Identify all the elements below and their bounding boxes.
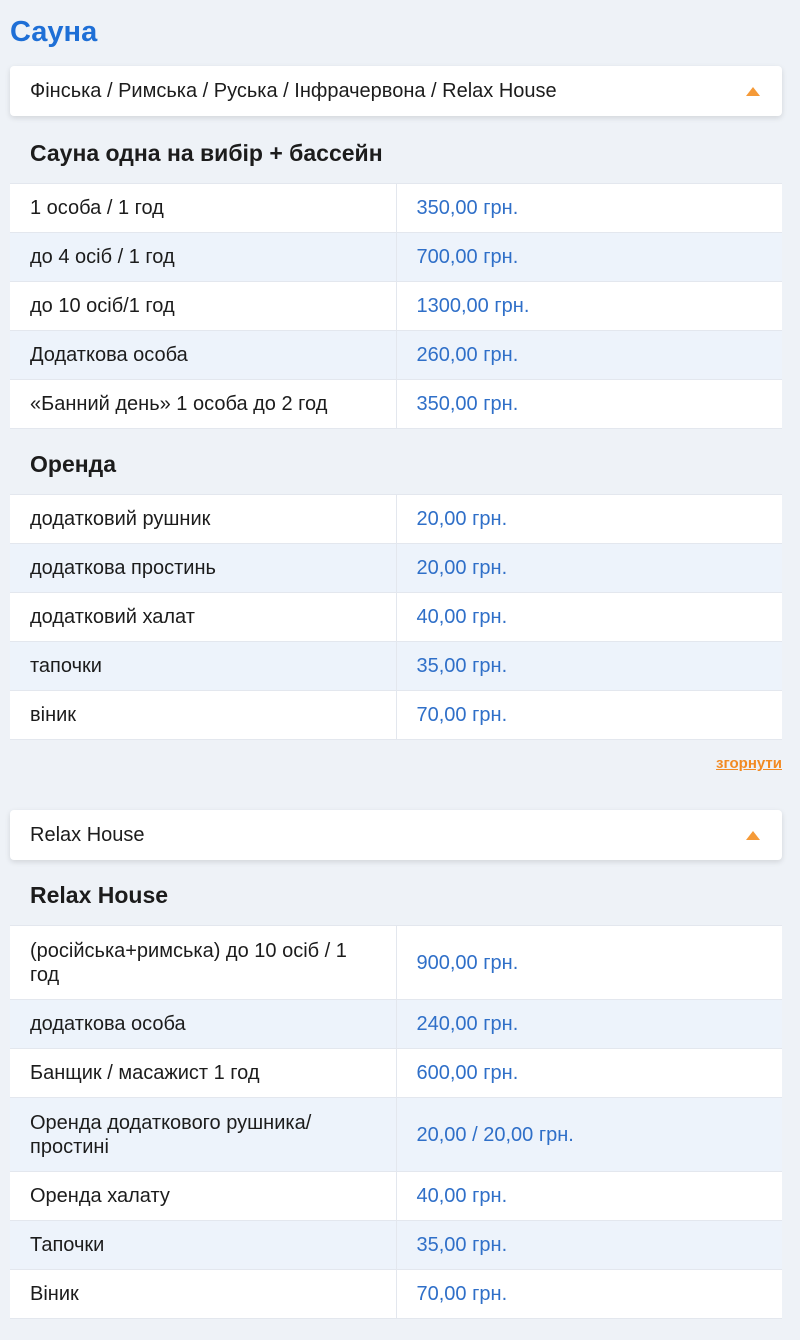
chevron-up-icon[interactable] [746,830,760,840]
service-name: до 4 осіб / 1 год [10,232,397,282]
service-name: додатковий рушник [10,494,397,544]
service-price: 700,00 грн. [396,232,782,282]
table-row: Банщик / масажист 1 год 600,00 грн. [10,1048,782,1098]
accordion-title: Relax House [30,823,145,846]
service-name: віник [10,690,397,740]
table-row: додатковий рушник 20,00 грн. [10,494,782,544]
table-row: «Банний день» 1 особа до 2 год 350,00 гр… [10,379,782,429]
service-name: тапочки [10,641,397,691]
chevron-up-icon[interactable] [746,86,760,96]
table-row: (російська+римська) до 10 осіб / 1 год 9… [10,925,782,1000]
section-heading-sauna: Сауна одна на вибір + бассейн [30,140,383,166]
service-price: 35,00 грн. [396,641,782,691]
accordion-title: Фінська / Римська / Руська / Інфрачервон… [30,79,557,102]
service-name: 1 особа / 1 год [10,183,397,233]
service-name: Тапочки [10,1220,397,1270]
price-table-rental: додатковий рушник 20,00 грн. додаткова п… [10,494,782,740]
service-price: 40,00 грн. [396,592,782,642]
service-price: 260,00 грн. [396,330,782,380]
table-row: до 4 осіб / 1 год 700,00 грн. [10,232,782,282]
accordion-header-relax-house[interactable]: Relax House [10,810,782,860]
service-price: 40,00 грн. [396,1171,782,1221]
service-name: «Банний день» 1 особа до 2 год [10,379,397,429]
table-row: Оренда халату 40,00 грн. [10,1171,782,1221]
table-row: Тапочки 35,00 грн. [10,1220,782,1270]
table-row: Віник 70,00 грн. [10,1269,782,1319]
service-name: Додаткова особа [10,330,397,380]
service-price: 600,00 грн. [396,1048,782,1098]
table-row: тапочки 35,00 грн. [10,641,782,691]
service-name: Банщик / масажист 1 год [10,1048,397,1098]
table-row: до 10 осіб/1 год 1300,00 грн. [10,281,782,331]
service-price: 240,00 грн. [396,999,782,1049]
collapse-link[interactable]: згорнути [716,755,782,772]
price-table-sauna: 1 особа / 1 год 350,00 грн. до 4 осіб / … [10,183,782,429]
service-name: додатковий халат [10,592,397,642]
service-price: 20,00 грн. [396,543,782,593]
accordion-header-sauna[interactable]: Фінська / Римська / Руська / Інфрачервон… [10,66,782,116]
section-heading-relax-house: Relax House [30,882,169,908]
service-price: 70,00 грн. [396,690,782,740]
service-name: додаткова особа [10,999,397,1049]
service-price: 900,00 грн. [396,925,782,1000]
service-name: Оренда додаткового рушника/ простині [10,1097,397,1172]
service-price: 1300,00 грн. [396,281,782,331]
table-row: Додаткова особа 260,00 грн. [10,330,782,380]
service-price: 35,00 грн. [396,1220,782,1270]
service-price: 70,00 грн. [396,1269,782,1319]
price-table-relax-house: (російська+римська) до 10 осіб / 1 год 9… [10,925,782,1319]
service-name: Віник [10,1269,397,1319]
service-name: Оренда халату [10,1171,397,1221]
table-row: додатковий халат 40,00 грн. [10,592,782,642]
service-price: 350,00 грн. [396,379,782,429]
table-row: віник 70,00 грн. [10,690,782,740]
section-heading-rental: Оренда [30,451,117,477]
service-price: 20,00 / 20,00 грн. [396,1097,782,1172]
table-row: Оренда додаткового рушника/ простині 20,… [10,1097,782,1172]
service-name: до 10 осіб/1 год [10,281,397,331]
service-name: (російська+римська) до 10 осіб / 1 год [10,925,397,1000]
service-price: 20,00 грн. [396,494,782,544]
service-name: додаткова простинь [10,543,397,593]
table-row: 1 особа / 1 год 350,00 грн. [10,183,782,233]
page-title: Сауна [10,16,98,48]
table-row: додаткова особа 240,00 грн. [10,999,782,1049]
table-row: додаткова простинь 20,00 грн. [10,543,782,593]
service-price: 350,00 грн. [396,183,782,233]
